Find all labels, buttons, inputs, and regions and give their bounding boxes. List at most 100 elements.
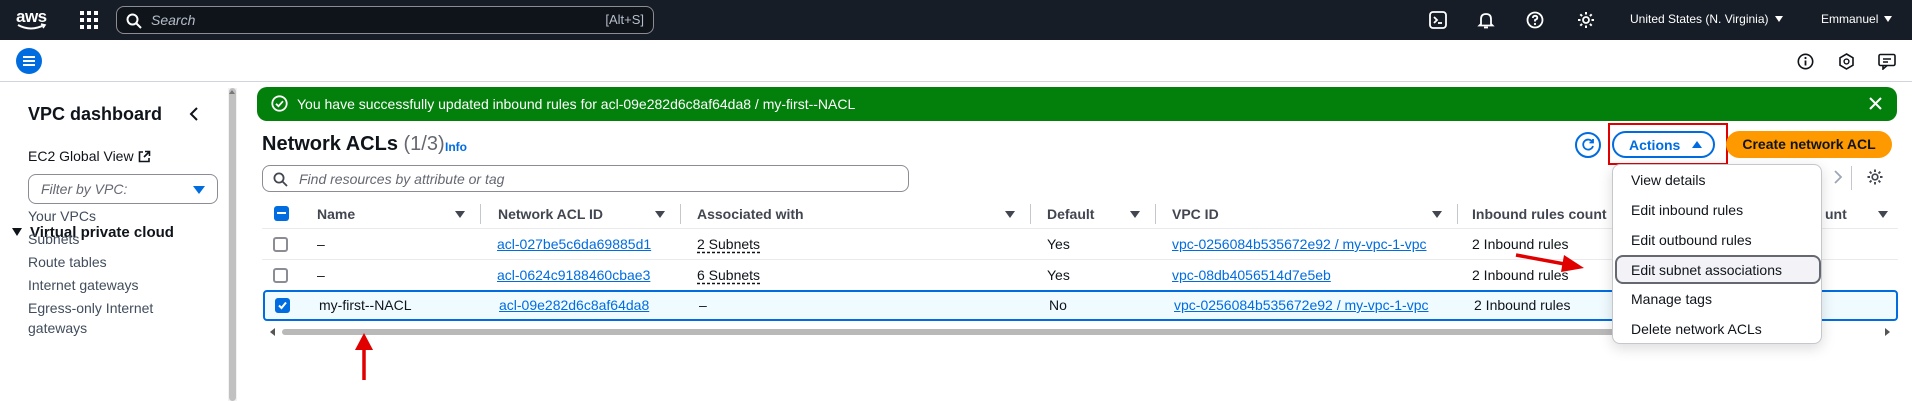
region-label: United States (N. Virginia)	[1630, 12, 1769, 26]
sort-caret-icon[interactable]	[1130, 211, 1140, 218]
sidebar-item-internet-gateways[interactable]: Internet gateways	[28, 275, 139, 295]
cell-vpc-id-link[interactable]: vpc-08db4056514d7e5eb	[1172, 267, 1331, 283]
create-network-acl-button[interactable]: Create network ACL	[1726, 131, 1892, 158]
global-search[interactable]: [Alt+S]	[116, 6, 654, 34]
aws-logo[interactable]: aws	[16, 7, 52, 33]
table-preferences-gear-icon[interactable]	[1866, 168, 1884, 186]
global-search-input[interactable]	[151, 10, 551, 30]
row-checkbox-checked[interactable]	[275, 298, 290, 313]
selection-count: (1/3)	[403, 133, 445, 155]
chevron-down-icon	[1774, 16, 1783, 22]
sidebar-item-ec2-global-view[interactable]: EC2 Global View	[28, 148, 151, 164]
menu-item-delete-network-acls[interactable]: Delete network ACLs	[1631, 321, 1762, 337]
column-header-network-acl-id[interactable]: Network ACL ID	[498, 206, 603, 222]
scrollbar-thumb[interactable]	[282, 329, 1692, 335]
row-checkbox[interactable]	[273, 268, 288, 283]
menu-item-view-details[interactable]: View details	[1631, 172, 1705, 188]
cell-associated-with[interactable]: 6 Subnets	[697, 267, 760, 283]
column-divider[interactable]	[1155, 204, 1156, 224]
sidebar-item-label: EC2 Global View	[28, 148, 134, 164]
search-icon	[273, 172, 288, 187]
sidebar-scrollbar[interactable]	[228, 88, 237, 401]
cell-acl-id-link[interactable]: acl-0624c9188460cbae3	[497, 267, 650, 283]
search-shortcut: [Alt+S]	[605, 12, 644, 27]
refresh-button[interactable]	[1575, 132, 1601, 158]
menu-item-edit-inbound-rules[interactable]: Edit inbound rules	[1631, 202, 1743, 218]
cell-default: No	[1049, 297, 1067, 313]
user-name: Emmanuel	[1821, 12, 1879, 26]
column-header-vpc-id[interactable]: VPC ID	[1172, 206, 1219, 222]
sidebar-title[interactable]: VPC dashboard	[28, 104, 162, 125]
actions-label: Actions	[1629, 137, 1681, 153]
cell-vpc-id-link[interactable]: vpc-0256084b535672e92 / my-vpc-1-vpc	[1174, 297, 1429, 313]
column-divider[interactable]	[1457, 204, 1458, 224]
actions-button[interactable]: Actions	[1612, 131, 1715, 158]
cell-associated-with[interactable]: 2 Subnets	[697, 236, 760, 252]
sidebar-item-subnets[interactable]: Subnets	[28, 229, 79, 249]
column-divider[interactable]	[480, 204, 481, 224]
external-link-icon	[138, 150, 150, 163]
cell-default: Yes	[1047, 267, 1070, 283]
caret-up-icon	[1692, 141, 1702, 148]
sidebar-item-egress-only-internet-gateways[interactable]: Egress-only Internet gateways	[28, 298, 178, 338]
notifications-bell-icon[interactable]	[1476, 10, 1496, 30]
sort-caret-icon[interactable]	[1005, 211, 1015, 218]
vpc-filter-placeholder: Filter by VPC:	[41, 181, 128, 197]
menu-item-edit-subnet-associations[interactable]: Edit subnet associations	[1631, 262, 1782, 278]
sidebar-item-your-vpcs[interactable]: Your VPCs	[28, 206, 96, 226]
top-navigation: aws [Alt+S] United States (N. Virginia) …	[0, 0, 1912, 40]
cell-associated-with: –	[699, 297, 707, 313]
sidebar-item-route-tables[interactable]: Route tables	[28, 252, 107, 272]
column-header-default[interactable]: Default	[1047, 206, 1094, 222]
scroll-left-icon[interactable]	[270, 328, 275, 336]
cell-acl-id-link[interactable]: acl-027be5c6da69885d1	[497, 236, 651, 252]
sort-caret-icon[interactable]	[455, 211, 465, 218]
account-menu[interactable]: Emmanuel	[1821, 12, 1893, 26]
table-filter[interactable]	[262, 165, 909, 192]
collapse-sidebar-icon[interactable]	[188, 106, 200, 122]
select-all-checkbox[interactable]	[274, 206, 289, 221]
success-check-icon	[271, 95, 288, 112]
hexagon-panel-icon[interactable]	[1838, 53, 1855, 70]
refresh-icon	[1582, 138, 1594, 151]
flash-message: You have successfully updated inbound ru…	[297, 96, 856, 112]
sort-caret-icon[interactable]	[1432, 211, 1442, 218]
divider	[1851, 166, 1852, 190]
cell-name: –	[317, 236, 325, 252]
column-header-partial[interactable]: unt	[1825, 206, 1847, 222]
search-icon	[126, 13, 142, 29]
menu-item-edit-outbound-rules[interactable]: Edit outbound rules	[1631, 232, 1752, 248]
column-divider[interactable]	[1030, 204, 1031, 224]
column-header-name[interactable]: Name	[317, 206, 355, 222]
settings-gear-icon[interactable]	[1576, 10, 1596, 30]
cell-acl-id-link[interactable]: acl-09e282d6c8af64da8	[499, 297, 649, 313]
row-checkbox[interactable]	[273, 237, 288, 252]
column-header-inbound-rules-count[interactable]: Inbound rules count	[1472, 206, 1607, 222]
page-title: Network ACLs (1/3)	[262, 133, 445, 155]
cell-inbound-rules-count: 2 Inbound rules	[1474, 297, 1571, 313]
scroll-right-icon[interactable]	[1885, 328, 1890, 336]
column-divider[interactable]	[680, 204, 681, 224]
success-flash-banner: You have successfully updated inbound ru…	[257, 87, 1897, 121]
cell-vpc-id-link[interactable]: vpc-0256084b535672e92 / my-vpc-1-vpc	[1172, 236, 1427, 252]
info-panel-icon[interactable]	[1797, 53, 1814, 70]
region-selector[interactable]: United States (N. Virginia)	[1630, 12, 1783, 26]
checkmark-icon	[278, 301, 287, 310]
side-navigation-toggle-icon[interactable]	[16, 48, 42, 74]
feedback-panel-icon[interactable]	[1878, 53, 1896, 70]
vpc-filter-select[interactable]: Filter by VPC:	[28, 174, 218, 204]
sort-caret-icon[interactable]	[1878, 211, 1888, 218]
next-page-icon[interactable]	[1832, 168, 1844, 186]
caret-down-icon	[12, 228, 22, 236]
sort-caret-icon[interactable]	[655, 211, 665, 218]
column-header-associated-with[interactable]: Associated with	[697, 206, 804, 222]
close-icon[interactable]	[1868, 96, 1883, 111]
annotation-arrow-right-icon	[1515, 253, 1584, 272]
cloudshell-icon[interactable]	[1428, 10, 1448, 30]
menu-item-manage-tags[interactable]: Manage tags	[1631, 291, 1712, 307]
table-filter-input[interactable]	[299, 170, 799, 188]
info-link[interactable]: Info	[445, 140, 467, 154]
annotation-arrow-up-icon	[355, 333, 373, 380]
help-icon[interactable]	[1525, 10, 1545, 30]
services-grid-icon[interactable]	[80, 11, 98, 29]
